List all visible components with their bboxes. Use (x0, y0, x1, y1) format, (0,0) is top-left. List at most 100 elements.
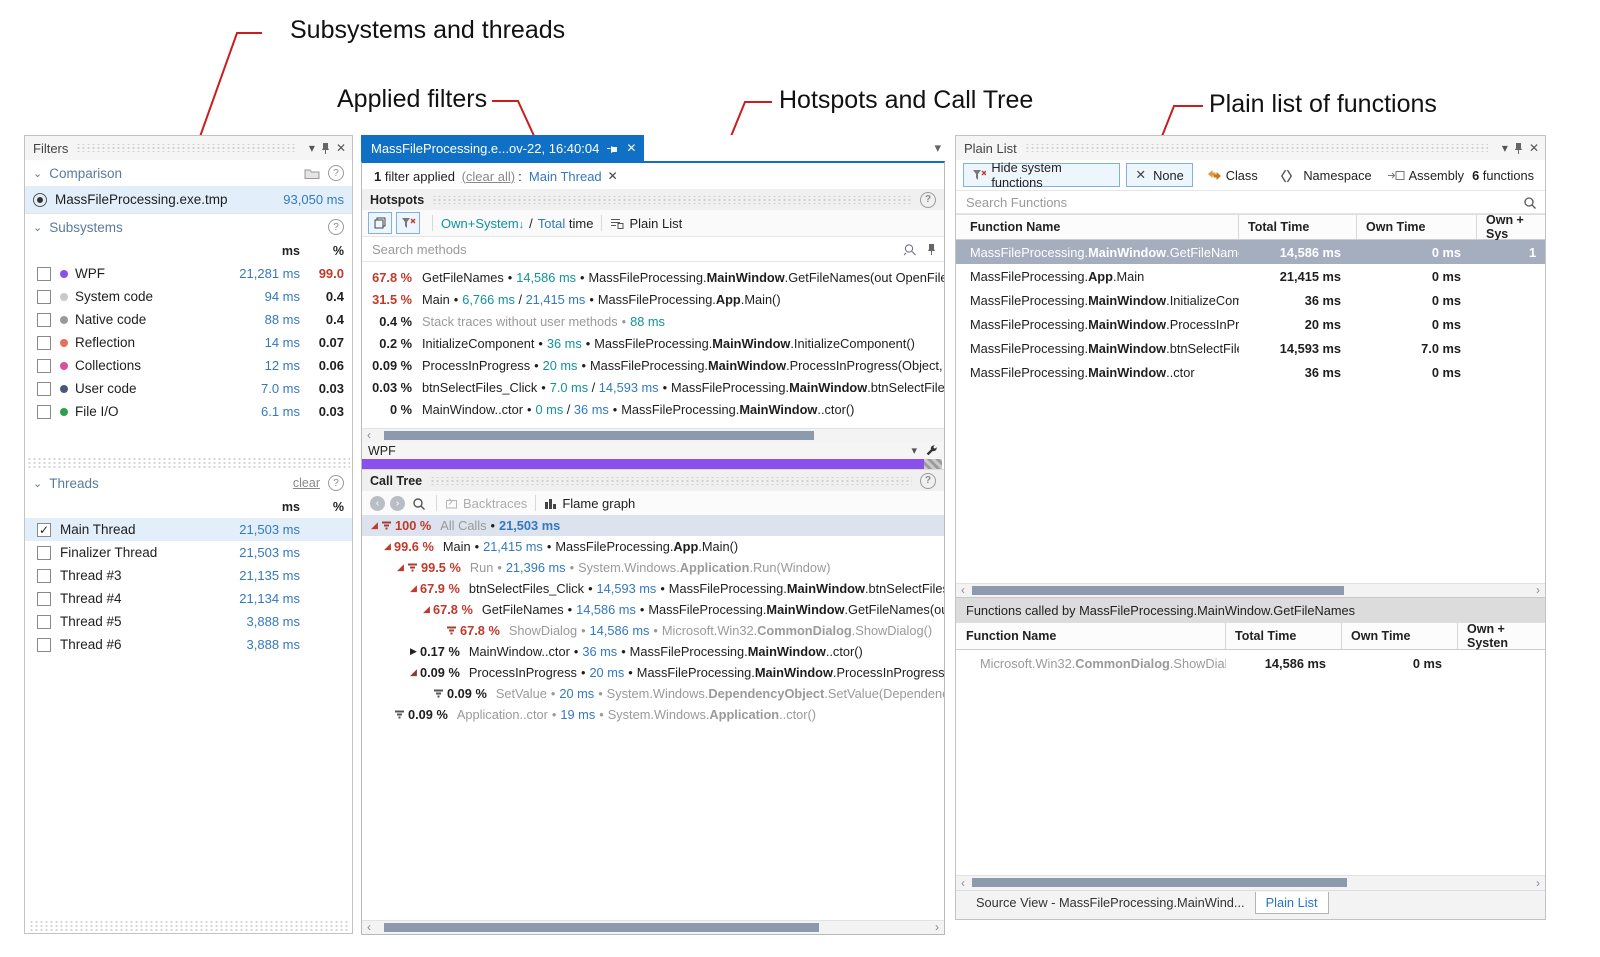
checkbox-unchecked[interactable] (37, 592, 51, 606)
expanded-triangle-icon[interactable]: ◢ (394, 562, 407, 573)
calltree-row[interactable]: ◢ 100 % All Calls•21,503 ms (362, 515, 944, 536)
scroll-right-icon[interactable]: › (930, 921, 944, 934)
help-icon[interactable]: ? (328, 475, 344, 491)
snapshot-document-tab[interactable]: MassFileProcessing.e...ov-22, 16:40:04 ✕ (361, 135, 644, 161)
hotspot-row[interactable]: 0.2 % InitializeComponent•36 ms•MassFile… (362, 332, 944, 354)
hotspot-row[interactable]: 0.4 % Stack traces without user methods•… (362, 310, 944, 332)
folder-icon[interactable] (304, 168, 320, 179)
threads-clear-link[interactable]: clear (293, 476, 320, 490)
expanded-triangle-icon[interactable]: ◢ (407, 583, 420, 594)
calltree-row[interactable]: 0.09 % SetValue•20 ms•System.Windows.Dep… (362, 683, 944, 704)
pin-icon[interactable] (1514, 142, 1523, 155)
merge-callstacks-button[interactable] (368, 212, 392, 234)
scrollbar-thumb[interactable] (384, 923, 819, 932)
filter-chip-main-thread[interactable]: Main Thread (529, 169, 602, 184)
subsystem-row-wpf[interactable]: WPF 21,281 ms 99.0 (25, 262, 352, 285)
column-function-name[interactable]: Function Name (956, 215, 1239, 239)
comparison-section-header[interactable]: ⌄ Comparison ? (25, 160, 352, 186)
subsystem-row-user-code[interactable]: User code 7.0 ms 0.03 (25, 377, 352, 400)
hotspot-row[interactable]: 0 % MainWindow..ctor•0 ms / 36 ms•MassFi… (362, 398, 944, 420)
scroll-left-icon[interactable]: ‹ (362, 921, 376, 934)
calltree-row[interactable]: ◢ 99.6 % Main•21,415 ms•MassFileProcessi… (362, 536, 944, 557)
checkbox-checked[interactable]: ✓ (37, 523, 51, 537)
checkbox-unchecked[interactable] (37, 313, 51, 327)
column-own-system-time[interactable]: Own + Systen (1458, 623, 1545, 649)
plain-list-button[interactable]: Plain List (629, 216, 682, 231)
close-icon[interactable]: ✕ (626, 141, 636, 155)
scrollbar-thumb[interactable] (972, 878, 1347, 887)
backtraces-button[interactable]: Backtraces (463, 496, 527, 511)
scroll-left-icon[interactable]: ‹ (362, 429, 376, 442)
thread-row-5[interactable]: Thread #5 3,888 ms (25, 610, 352, 633)
wrench-icon[interactable] (925, 445, 938, 457)
checkbox-unchecked[interactable] (37, 405, 51, 419)
function-row[interactable]: MassFileProcessing.App.Main 21,415 ms 0 … (956, 264, 1545, 288)
close-icon[interactable]: ✕ (1529, 142, 1539, 154)
checkbox-unchecked[interactable] (37, 546, 51, 560)
expanded-triangle-icon[interactable]: ◢ (420, 604, 433, 615)
search-functions-input[interactable] (964, 194, 1523, 211)
close-icon[interactable]: ✕ (336, 142, 346, 154)
subsystems-section-header[interactable]: ⌄ Subsystems ? (25, 213, 352, 240)
column-total-time[interactable]: Total Time (1226, 623, 1342, 649)
subsystem-row-reflection[interactable]: Reflection 14 ms 0.07 (25, 331, 352, 354)
collapsed-triangle-icon[interactable]: ▶ (407, 646, 420, 657)
group-by-namespace-button[interactable]: 〈〉 Namespace (1274, 166, 1372, 185)
hotspot-row[interactable]: 0.09 % ProcessInProgress•20 ms•MassFileP… (362, 354, 944, 376)
checkbox-unchecked[interactable] (37, 336, 51, 350)
chevron-down-icon[interactable]: ▾ (309, 142, 315, 154)
expanded-triangle-icon[interactable]: ◢ (368, 520, 381, 531)
hotspot-row[interactable]: 67.8 % GetFileNames•14,586 ms•MassFilePr… (362, 266, 944, 288)
tab-plain-list[interactable]: Plain List (1255, 892, 1329, 914)
checkbox-unchecked[interactable] (37, 569, 51, 583)
calltree-row[interactable]: ◢ 67.8 % GetFileNames•14,586 ms•MassFile… (362, 599, 944, 620)
calltree-horizontal-scrollbar[interactable]: ‹ › (362, 920, 944, 934)
comparison-snapshot-row[interactable]: MassFileProcessing.exe.tmp 93,050 ms (25, 186, 352, 213)
scroll-right-icon[interactable]: › (1531, 877, 1545, 890)
chevron-down-icon[interactable]: ▾ (1502, 142, 1508, 154)
expanded-triangle-icon[interactable]: ◢ (407, 667, 420, 678)
function-row[interactable]: MassFileProcessing.MainWindow.Initialize… (956, 288, 1545, 312)
checkbox-unchecked[interactable] (37, 267, 51, 281)
thread-row-4[interactable]: Thread #4 21,134 ms (25, 587, 352, 610)
function-row[interactable]: MassFileProcessing.MainWindow.GetFileNam… (956, 240, 1545, 264)
column-own-time[interactable]: Own Time (1342, 623, 1458, 649)
sort-own-system[interactable]: Own+System↓ (441, 216, 524, 231)
calltree-row[interactable]: ◢ 99.5 % Run•21,396 ms•System.Windows.Ap… (362, 557, 944, 578)
group-by-assembly-button[interactable]: Assembly (1388, 168, 1464, 183)
chevron-down-icon[interactable]: ▾ (934, 140, 941, 156)
function-row[interactable]: MassFileProcessing.MainWindow.btnSelectF… (956, 336, 1545, 360)
hotspot-row[interactable]: 31.5 % Main•6,766 ms / 21,415 ms•MassFil… (362, 288, 944, 310)
search-icon[interactable] (412, 497, 426, 510)
thread-row-finalizer[interactable]: Finalizer Thread 21,503 ms (25, 541, 352, 564)
help-icon[interactable]: ? (920, 473, 936, 489)
checkbox-unchecked[interactable] (37, 615, 51, 629)
subsystem-row-native-code[interactable]: Native code 88 ms 0.4 (25, 308, 352, 331)
group-none-button[interactable]: ✕ None (1126, 163, 1192, 187)
calltree-row[interactable]: ◢ 67.9 % btnSelectFiles_Click•14,593 ms•… (362, 578, 944, 599)
help-icon[interactable]: ? (920, 192, 936, 208)
function-row[interactable]: MassFileProcessing.MainWindow.ProcessInP… (956, 312, 1545, 336)
calltree-row[interactable]: ◢ 0.09 % ProcessInProgress•20 ms•MassFil… (362, 662, 944, 683)
back-icon[interactable]: ‹ (370, 496, 385, 511)
calltree-row[interactable]: 67.8 % ShowDialog•14,586 ms•Microsoft.Wi… (362, 620, 944, 641)
search-methods-input[interactable] (370, 241, 903, 258)
column-own-time[interactable]: Own Time (1357, 215, 1477, 239)
panel-splitter[interactable] (27, 457, 350, 470)
subsystem-row-collections[interactable]: Collections 12 ms 0.06 (25, 354, 352, 377)
hotspot-row[interactable]: 0.03 % btnSelectFiles_Click•7.0 ms / 14,… (362, 376, 944, 398)
function-row[interactable]: MassFileProcessing.MainWindow..ctor 36 m… (956, 360, 1545, 384)
sort-total[interactable]: Total (538, 216, 565, 231)
hide-system-functions-button[interactable]: Hide system functions (963, 163, 1120, 187)
checkbox-unchecked[interactable] (37, 638, 51, 652)
subsystem-row-system-code[interactable]: System code 94 ms 0.4 (25, 285, 352, 308)
called-by-row[interactable]: Microsoft.Win32.CommonDialog.ShowDialog … (956, 650, 1545, 676)
calltree-row[interactable]: ▶ 0.17 % MainWindow..ctor•36 ms•MassFile… (362, 641, 944, 662)
scroll-left-icon[interactable]: ‹ (956, 877, 970, 890)
scrollbar-thumb[interactable] (384, 431, 814, 440)
thread-row-6[interactable]: Thread #6 3,888 ms (25, 633, 352, 656)
chevron-down-icon[interactable]: ▾ (911, 444, 917, 457)
checkbox-unchecked[interactable] (37, 290, 51, 304)
hotspots-horizontal-scrollbar[interactable]: ‹ (362, 428, 944, 442)
expanded-triangle-icon[interactable]: ◢ (381, 541, 394, 552)
